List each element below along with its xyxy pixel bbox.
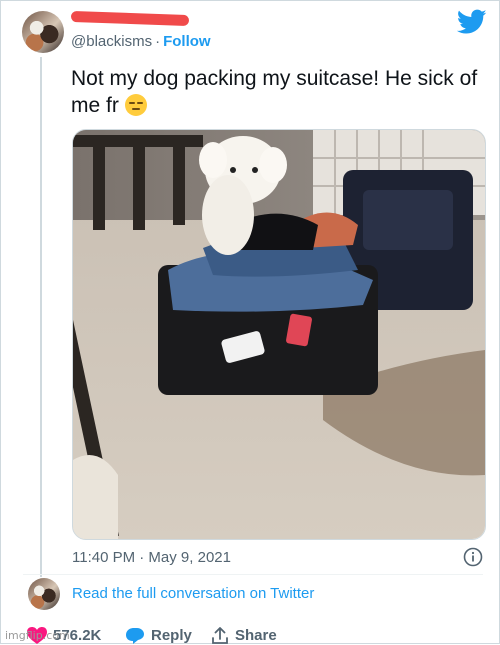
thread-line xyxy=(40,57,42,577)
author-handle[interactable]: @blackisms xyxy=(71,33,152,50)
handle-separator: · xyxy=(155,33,161,50)
footer-divider xyxy=(23,574,483,575)
share-label: Share xyxy=(235,627,277,644)
tweet-card: @blackisms · Follow Not my dog packing my … xyxy=(0,0,500,644)
imgflip-watermark: imgflip.com xyxy=(5,629,70,642)
twitter-bird-icon[interactable] xyxy=(457,9,487,35)
share-icon xyxy=(212,627,228,644)
pensive-face-emoji xyxy=(124,94,147,116)
tweet-timestamp[interactable]: 11:40 PM · May 9, 2021 xyxy=(72,549,231,566)
follow-button[interactable]: Follow xyxy=(163,33,211,50)
redacted-display-name xyxy=(70,10,190,27)
read-full-conversation-link[interactable]: Read the full conversation on Twitter xyxy=(72,585,314,602)
share-button[interactable]: Share xyxy=(211,627,277,645)
reply-button[interactable]: Reply xyxy=(125,627,192,645)
info-icon[interactable] xyxy=(463,547,483,567)
reply-bubble-icon xyxy=(126,628,144,644)
author-handle-row: @blackisms · Follow xyxy=(71,33,211,51)
author-avatar[interactable] xyxy=(22,11,64,53)
reply-label: Reply xyxy=(151,627,192,644)
tweet-photo[interactable] xyxy=(72,129,486,540)
author-avatar-small[interactable] xyxy=(28,578,60,610)
tweet-text-block: Not my dog packing my suitcase! He sick … xyxy=(71,65,481,119)
dog-packing-suitcase-photo xyxy=(73,130,485,539)
